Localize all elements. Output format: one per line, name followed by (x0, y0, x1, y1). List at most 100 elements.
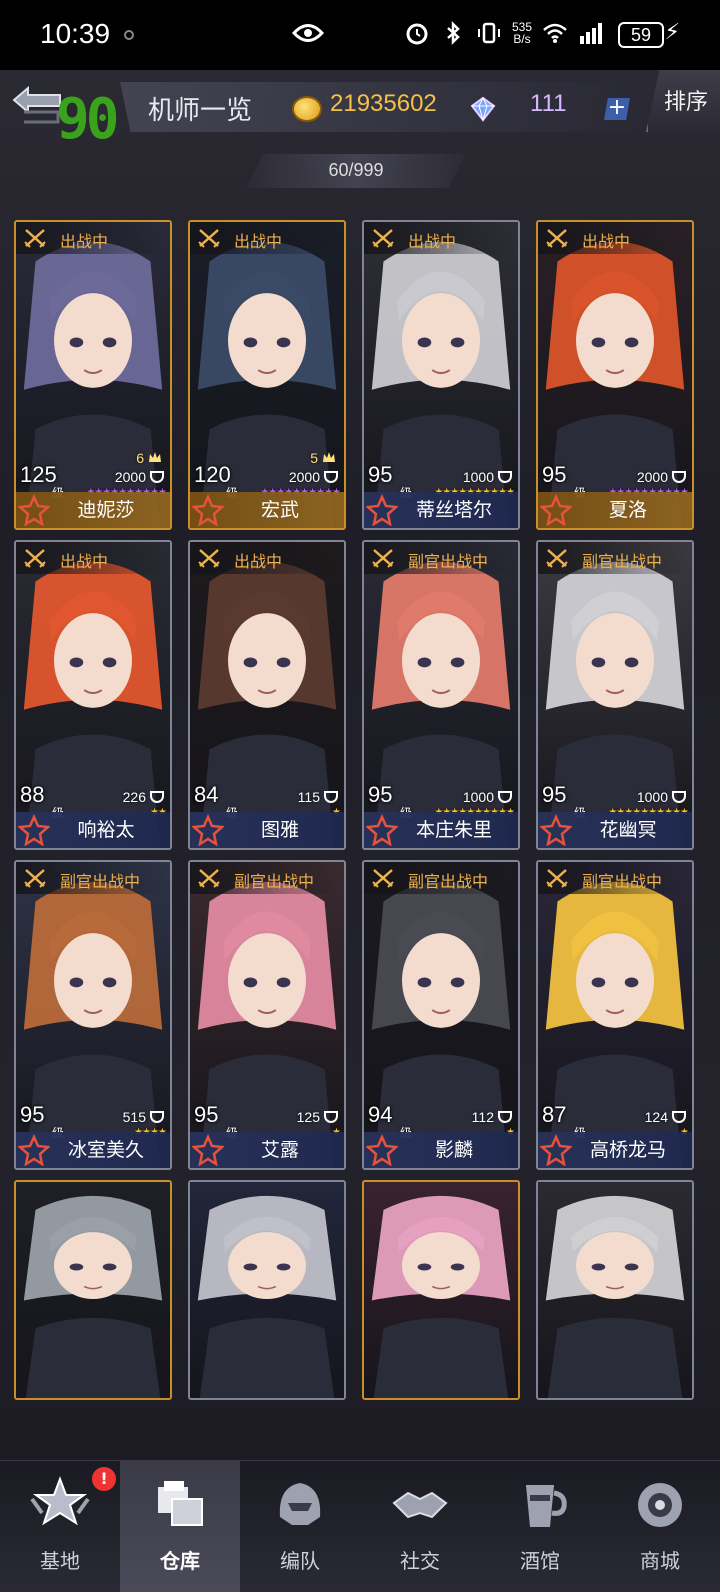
pilot-power: 1000 (636, 789, 668, 805)
pilot-name: 蒂丝塔尔 (415, 499, 492, 521)
name-bar: 冰室美久 (16, 1132, 170, 1168)
nav-tab[interactable]: 基地! (0, 1461, 120, 1592)
pilot-power: 124 (644, 1109, 668, 1125)
pilot-portrait (364, 1182, 518, 1398)
pilot-card[interactable]: 出战中84 级 115 ★ 图雅 (188, 540, 346, 850)
tavern-drink-icon (526, 1485, 567, 1527)
pilot-card[interactable] (14, 1180, 172, 1400)
deploy-status: 副官出战中 (234, 872, 315, 891)
pilot-level: 95 (542, 462, 567, 487)
pilot-power: 125 (296, 1109, 320, 1125)
pilot-name: 艾露 (260, 1139, 299, 1161)
gem-balance: 111 (530, 90, 567, 117)
top-bar: 90 机师一览 21935602 111 + 排序 (0, 70, 720, 150)
pilot-card[interactable]: 出战中95 级 2000 ★★★★★★★★★★ 夏洛 (536, 220, 694, 530)
pilot-card[interactable]: 副官出战中95 级 1000 ★★★★★★★★★★ 本庄朱里 (362, 540, 520, 850)
pilot-level: 95 (194, 1102, 219, 1127)
crossed-swords-icon (372, 229, 394, 248)
pilot-name: 宏武 (260, 499, 299, 521)
sort-label: 排序 (664, 90, 709, 115)
pilot-portrait (190, 1182, 344, 1398)
crossed-swords-icon (198, 549, 220, 568)
pilot-name: 高桥龙马 (589, 1139, 666, 1161)
game-screen: 90 机师一览 21935602 111 + 排序 60/999 出战中 125… (0, 70, 720, 1592)
clock: 10:39 (40, 18, 111, 49)
signal-icon (580, 23, 602, 44)
pilot-card[interactable]: 出战中88 级 226 ★★ 响裕太 (14, 540, 172, 850)
pilot-power: 1000 (462, 789, 494, 805)
notification-dot-icon (124, 30, 134, 40)
nav-tab[interactable]: 编队 (240, 1461, 360, 1592)
pilot-name: 本庄朱里 (415, 819, 492, 841)
crossed-swords-icon (198, 229, 220, 248)
nav-label: 仓库 (160, 1549, 200, 1573)
warehouse-box-icon (158, 1481, 203, 1526)
roster-count-pill: 60/999 (246, 154, 466, 188)
nav-label: 编队 (280, 1549, 320, 1573)
handshake-icon (392, 1491, 448, 1519)
pilot-card[interactable]: 副官出战中87 级 124 ★ 高桥龙马 (536, 860, 694, 1170)
name-bar: 迪妮莎 (16, 492, 170, 528)
nav-label: 基地 (40, 1549, 80, 1573)
crossed-swords-icon (24, 869, 46, 888)
pilot-name: 冰室美久 (67, 1139, 144, 1161)
deploy-status: 出战中 (60, 552, 109, 571)
pilot-card[interactable]: 副官出战中95 级 1000 ★★★★★★★★★★ 花幽冥 (536, 540, 694, 850)
sort-button[interactable]: 排序 (646, 70, 720, 132)
add-gems-button[interactable]: + (604, 98, 630, 120)
roster-count: 60/999 (328, 160, 384, 180)
pilot-card[interactable]: 副官出战中94 级 112 ★ 影麟 (362, 860, 520, 1170)
pilot-card[interactable]: 出战中120 级 2000 ★★★★★★★★★★5 宏武 (188, 220, 346, 530)
charging-icon: ⚡ (664, 20, 680, 45)
pilot-power: 226 (122, 789, 146, 805)
pilot-name: 图雅 (260, 819, 299, 841)
pilot-card[interactable] (362, 1180, 520, 1400)
crown-icon (149, 452, 161, 462)
crossed-swords-icon (546, 549, 568, 568)
pilot-level: 84 (194, 782, 219, 807)
pilot-power: 112 (471, 1109, 494, 1125)
deploy-status: 副官出战中 (60, 872, 141, 891)
coin-balance: 21935602 (330, 90, 437, 117)
pilot-card[interactable] (188, 1180, 346, 1400)
pilot-card[interactable]: 出战中95 级 1000 ★★★★★★★★★★ 蒂丝塔尔 (362, 220, 520, 530)
pilot-card[interactable]: 出战中125 级 2000 ★★★★★★★★★★6 迪妮莎 (14, 220, 172, 530)
alert-badge: ! (92, 1467, 116, 1491)
nav-tab[interactable]: 商城 (600, 1461, 720, 1592)
pilot-card[interactable]: 副官出战中95 级 125 ★ 艾露 (188, 860, 346, 1170)
pilot-power: 1000 (462, 469, 494, 485)
pilot-level: 95 (368, 462, 393, 487)
name-bar: 宏武 (190, 492, 344, 528)
deploy-status: 出战中 (582, 232, 631, 251)
crossed-swords-icon (372, 549, 394, 568)
fps-counter: 90 (56, 87, 119, 152)
pilot-name: 响裕太 (77, 819, 135, 841)
deploy-status: 副官出战中 (408, 872, 489, 891)
pilot-level: 88 (20, 782, 45, 807)
name-bar: 花幽冥 (538, 812, 692, 848)
name-bar: 夏洛 (538, 492, 692, 528)
page-title: 机师一览 (148, 96, 253, 126)
crossed-swords-icon (372, 869, 394, 888)
nav-tab[interactable]: 社交 (360, 1461, 480, 1592)
pilot-power: 2000 (288, 469, 320, 485)
battery-indicator: 59 (618, 22, 664, 48)
vibrate-icon (477, 22, 500, 44)
deploy-status: 出战中 (408, 232, 457, 251)
net-speed-unit: B/s (513, 32, 531, 46)
crown-icon (323, 452, 335, 462)
nav-label: 酒馆 (520, 1549, 560, 1573)
pilot-card[interactable] (536, 1180, 694, 1400)
base-star-icon (30, 1476, 90, 1526)
alarm-icon (406, 23, 428, 45)
shop-orb-icon (638, 1483, 682, 1527)
pilot-power: 515 (122, 1109, 146, 1125)
name-bar: 本庄朱里 (364, 812, 518, 848)
nav-tab[interactable]: 仓库 (120, 1461, 240, 1592)
crossed-swords-icon (546, 869, 568, 888)
pilot-power: 2000 (636, 469, 668, 485)
gem-icon (470, 96, 496, 122)
pilot-card[interactable]: 副官出战中95 级 515 ★★★★ 冰室美久 (14, 860, 172, 1170)
name-bar: 艾露 (190, 1132, 344, 1168)
nav-tab[interactable]: 酒馆 (480, 1461, 600, 1592)
